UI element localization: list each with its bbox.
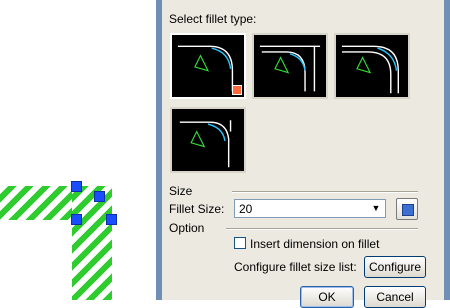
fillet-dialog: Select fillet type: Size Fillet Size: 20… [156, 0, 450, 308]
fillet-size-value: 20 [239, 202, 253, 216]
configure-list-label: Configure fillet size list: [234, 260, 357, 274]
fillet-preview-2 [259, 45, 321, 92]
size-separator [232, 191, 418, 193]
insert-dimension-checkbox[interactable] [234, 237, 246, 249]
size-section-label: Size [169, 184, 193, 198]
fillet-size-combobox[interactable]: 20 ▼ [234, 199, 386, 218]
fillet-preview-3 [341, 45, 400, 94]
selected-badge-icon [232, 85, 242, 95]
dialog-panel: Select fillet type: Size Fillet Size: 20… [162, 0, 444, 308]
fillet-preview-4 [179, 120, 232, 168]
fillet-type-option-1[interactable] [170, 33, 246, 99]
cancel-button[interactable]: Cancel [364, 286, 426, 308]
grip-handle[interactable] [71, 214, 82, 225]
fillet-type-label: Select fillet type: [169, 12, 257, 26]
option-separator [226, 228, 418, 230]
grip-handle[interactable] [94, 191, 105, 202]
drawing-canvas[interactable] [0, 0, 156, 300]
pick-size-button[interactable] [396, 198, 418, 220]
fillet-size-label: Fillet Size: [169, 202, 225, 216]
option-section-label: Option [169, 221, 205, 235]
configure-button[interactable]: Configure [364, 256, 426, 278]
grip-handle[interactable] [71, 181, 82, 192]
chevron-down-icon[interactable]: ▼ [369, 201, 383, 216]
fillet-type-option-3[interactable] [334, 33, 410, 99]
hatched-wall-vertical[interactable] [72, 186, 112, 300]
fillet-type-option-2[interactable] [252, 33, 328, 99]
ok-button[interactable]: OK [300, 286, 354, 308]
insert-dimension-label: Insert dimension on fillet [250, 237, 380, 251]
fillet-type-option-4[interactable] [170, 107, 246, 173]
pick-size-icon [402, 204, 414, 216]
grip-handle[interactable] [106, 214, 117, 225]
